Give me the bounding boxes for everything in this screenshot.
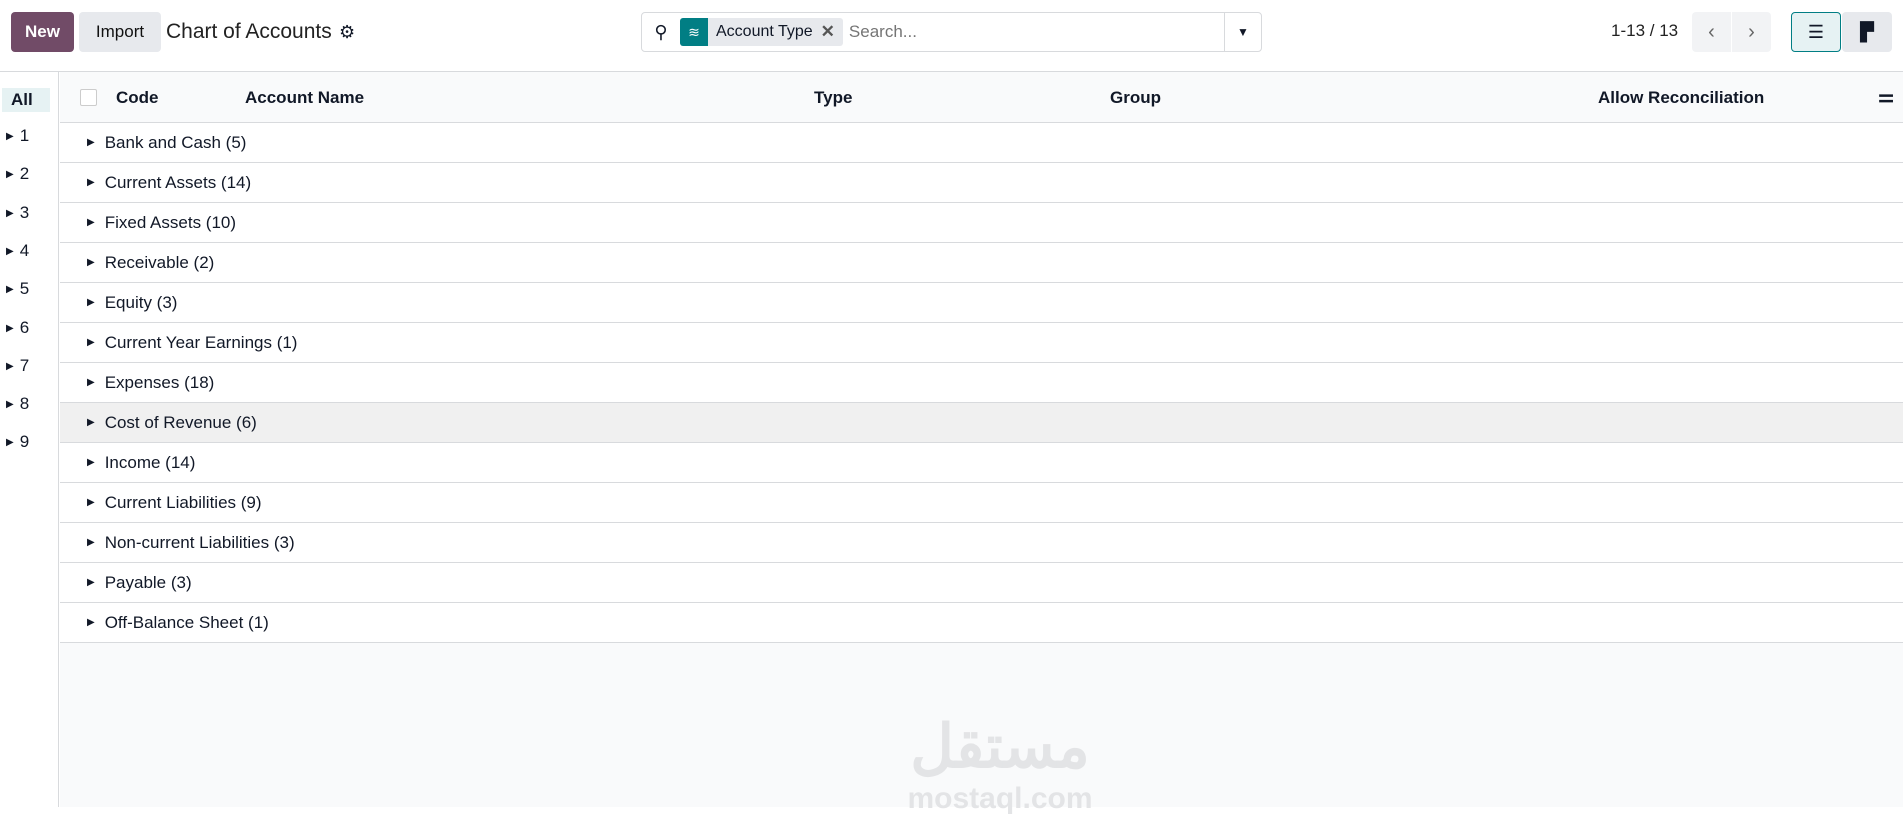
group-label: Expenses (18) [104,372,215,392]
caret-right-icon: ▶ [6,207,14,219]
caret-right-icon: ▶ [6,168,14,180]
group-row[interactable]: ▶ Receivable (2) [60,243,1903,283]
caret-right-icon: ▶ [87,137,95,148]
caret-right-icon: ▶ [87,337,95,348]
caret-right-icon: ▶ [6,360,14,372]
facet-label: Account Type [716,23,813,40]
group-label: Off-Balance Sheet (1) [104,612,269,632]
new-button[interactable]: New [11,12,74,52]
remove-facet-icon[interactable]: ✕ [821,22,843,42]
list-view: Code Account Name Type Group Allow Recon… [60,72,1903,815]
column-header-account-name[interactable]: Account Name [245,88,364,108]
group-row[interactable]: ▶ Off-Balance Sheet (1) [60,603,1903,643]
caret-right-icon: ▶ [87,457,95,468]
column-header-type[interactable]: Type [814,88,852,108]
kanban-view-button[interactable]: ▛ [1842,12,1892,52]
group-row[interactable]: ▶ Current Assets (14) [60,163,1903,203]
control-panel: New Import Chart of Accounts ⚙ ⚲ ≋ Accou… [0,0,1903,72]
group-row[interactable]: ▶ Non-current Liabilities (3) [60,523,1903,563]
group-label: Current Year Earnings (1) [104,332,298,352]
caret-right-icon: ▶ [87,497,95,508]
group-row[interactable]: ▶ Payable (3) [60,563,1903,603]
group-label: Current Assets (14) [104,172,252,192]
group-row[interactable]: ▶ Cost of Revenue (6) [60,403,1903,443]
panel-item[interactable]: ▶ 5 [6,279,29,299]
list-view-button[interactable]: ☰ [1791,12,1841,52]
search-icon: ⚲ [654,21,668,42]
group-row[interactable]: ▶ Bank and Cash (5) [60,123,1903,163]
panel-item-all[interactable]: All [2,88,50,112]
select-all-checkbox[interactable] [80,89,97,106]
group-row[interactable]: ▶ Current Year Earnings (1) [60,323,1903,363]
panel-item[interactable]: ▶ 1 [6,126,29,146]
search-options-toggle[interactable]: ▼ [1224,13,1261,51]
column-header-code[interactable]: Code [116,88,159,108]
group-rows: ▶ Bank and Cash (5) ▶ Current Assets (14) ▶ F… [60,123,1903,643]
group-label: Equity (3) [104,292,178,312]
panel-item[interactable]: ▶ 9 [6,432,29,452]
caret-right-icon: ▶ [87,177,95,188]
group-label: Income (14) [104,452,196,472]
panel-item[interactable]: ▶ 3 [6,203,29,223]
search-bar: ⚲ ≋ Account Type ✕ ▼ [641,12,1262,52]
group-row[interactable]: ▶ Income (14) [60,443,1903,483]
panel-item[interactable]: ▶ 6 [6,318,29,338]
column-header-allow-reconciliation[interactable]: Allow Reconciliation [1598,88,1764,108]
caret-right-icon: ▶ [87,297,95,308]
caret-right-icon: ▶ [87,537,95,548]
import-button[interactable]: Import [79,12,161,52]
caret-right-icon: ▶ [87,577,95,588]
group-label: Current Liabilities (9) [104,492,262,512]
caret-right-icon: ▶ [6,245,14,257]
caret-right-icon: ▶ [6,130,14,142]
group-label: Non-current Liabilities (3) [104,532,295,552]
panel-item[interactable]: ▶ 8 [6,394,29,414]
caret-right-icon: ▶ [6,436,14,448]
next-page-button[interactable]: › [1732,12,1771,52]
group-row[interactable]: ▶ Current Liabilities (9) [60,483,1903,523]
group-label: Bank and Cash (5) [104,132,247,152]
layers-icon: ≋ [680,18,708,46]
caret-right-icon: ▶ [87,617,95,628]
group-row[interactable]: ▶ Expenses (18) [60,363,1903,403]
search-facet: ≋ Account Type ✕ [680,18,843,46]
caret-right-icon: ▶ [87,377,95,388]
watermark: مستقل mostaql.com [907,713,1093,815]
group-row[interactable]: ▶ Equity (3) [60,283,1903,323]
search-input[interactable] [842,22,1224,42]
panel-item[interactable]: ▶ 4 [6,241,29,261]
gear-icon[interactable]: ⚙ [339,22,355,43]
panel-item[interactable]: ▶ 7 [6,356,29,376]
panel-item[interactable]: ▶ 2 [6,164,29,184]
caret-right-icon: ▶ [6,322,14,334]
caret-right-icon: ▶ [87,257,95,268]
search-panel: All ▶ 1 ▶ 2 ▶ 3 ▶ 4 ▶ 5 ▶ 6 ▶ 7 ▶ 8 ▶ 9 [0,72,59,807]
column-header-group[interactable]: Group [1110,88,1161,108]
caret-right-icon: ▶ [87,417,95,428]
caret-right-icon: ▶ [6,398,14,410]
table-header: Code Account Name Type Group Allow Recon… [60,72,1903,123]
group-label: Receivable (2) [104,252,215,272]
caret-right-icon: ▶ [6,283,14,295]
group-label: Fixed Assets (10) [104,212,237,232]
optional-columns-icon[interactable]: ⚌ [1878,86,1894,107]
previous-page-button[interactable]: ‹ [1692,12,1731,52]
caret-right-icon: ▶ [87,217,95,228]
group-label: Cost of Revenue (6) [104,412,257,432]
group-label: Payable (3) [104,572,192,592]
page-title: Chart of Accounts [166,20,332,43]
group-row[interactable]: ▶ Fixed Assets (10) [60,203,1903,243]
pager-value[interactable]: 1-13 / 13 [1611,21,1678,41]
